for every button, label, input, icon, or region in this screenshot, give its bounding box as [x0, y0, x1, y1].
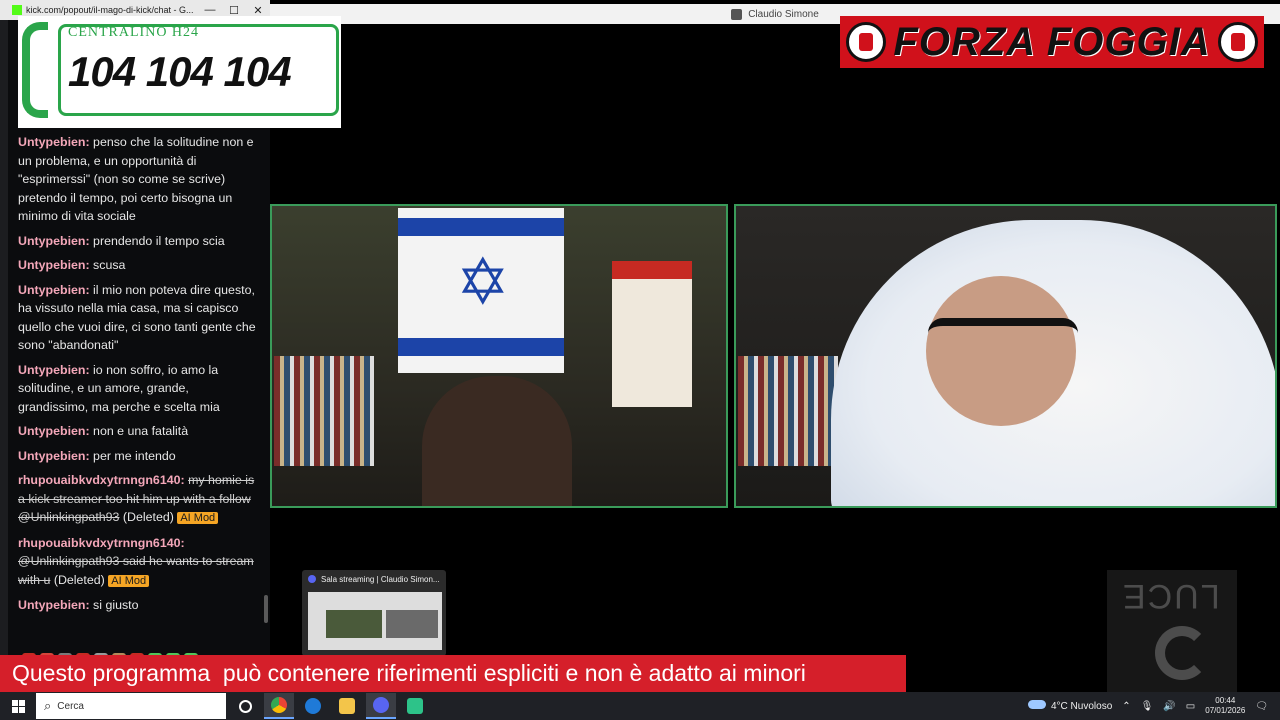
start-button[interactable]	[0, 699, 36, 713]
task-view-button[interactable]	[230, 693, 260, 719]
luce-moon-icon	[1155, 626, 1209, 680]
app-taskbar-icon[interactable]	[400, 693, 430, 719]
video-feed-host: ✡	[270, 204, 728, 508]
clock-time: 00:44	[1215, 696, 1236, 705]
chat-text: per me intendo	[93, 448, 176, 463]
chat-username[interactable]: Untypebien:	[18, 258, 90, 272]
video-feed-guest	[734, 204, 1277, 508]
chat-scrollbar[interactable]	[264, 595, 268, 623]
forza-foggia-text: FORZA FOGGIA	[893, 19, 1211, 64]
centralino-label: CENTRALINO H24	[68, 25, 200, 40]
thumbnail-preview[interactable]	[308, 592, 442, 650]
kick-logo-icon	[12, 5, 22, 15]
chat-message[interactable]: Untypebien: non e una fatalità	[18, 422, 261, 441]
luce-text: LUCE	[1121, 577, 1220, 615]
app-icon	[731, 8, 743, 20]
centralino-banner: CENTRALINO H24 104 104 104	[18, 16, 341, 128]
maximize-button[interactable]: ☐	[222, 4, 246, 17]
windows-icon	[11, 699, 25, 713]
weather-widget[interactable]: 4°C Nuvoloso	[1028, 700, 1112, 712]
foggia-crest-icon	[846, 22, 886, 62]
luce-logo: LUCE	[1107, 570, 1237, 695]
chat-message[interactable]: Untypebien: si giusto	[18, 596, 261, 615]
chat-message[interactable]: Untypebien: scusa	[18, 256, 261, 275]
volume-icon[interactable]: 🔊	[1163, 701, 1175, 712]
phone-handset-icon	[22, 22, 48, 118]
chat-username[interactable]: Untypebien:	[18, 135, 90, 149]
foggia-crest-icon	[1218, 22, 1258, 62]
ai-mod-badge: AI Mod	[177, 512, 219, 524]
search-icon: ⌕	[44, 698, 52, 713]
room-shelf	[274, 356, 374, 466]
discord-taskbar-icon[interactable]	[366, 693, 396, 719]
chat-username[interactable]: Untypebien:	[18, 283, 90, 297]
chat-username[interactable]: Untypebien:	[18, 363, 90, 377]
guest-face	[926, 276, 1076, 426]
chat-window-title: kick.com/popout/il-mago-di-kick/chat - G…	[26, 5, 194, 15]
search-placeholder: Cerca	[57, 700, 84, 712]
chat-message[interactable]: Untypebien: io non soffro, io amo la sol…	[18, 361, 261, 417]
flag-image: ✡	[398, 208, 564, 373]
main-window-title: Claudio Simone	[748, 8, 819, 20]
chrome-taskbar-icon[interactable]	[264, 693, 294, 719]
chevron-up-icon[interactable]: ⌃	[1122, 701, 1130, 712]
chat-message[interactable]: Untypebien: per me intendo	[18, 447, 261, 466]
thumbnail-title: Sala streaming | Claudio Simon...	[321, 574, 440, 584]
file-explorer-icon[interactable]	[332, 693, 362, 719]
chat-message[interactable]: Untypebien: penso che la solitudine non …	[18, 133, 261, 226]
forza-foggia-banner: FORZA FOGGIA	[840, 16, 1264, 68]
network-icon[interactable]: ▭	[1186, 701, 1195, 712]
discord-icon	[308, 575, 316, 583]
microphone-icon[interactable]: 🎙	[1141, 701, 1154, 712]
chat-username[interactable]: Untypebien:	[18, 424, 90, 438]
chat-message[interactable]: Untypebien: prendendo il tempo scia	[18, 232, 261, 251]
stream-thumbnail-popup[interactable]: Sala streaming | Claudio Simon...	[302, 570, 446, 656]
weather-text: 4°C Nuvoloso	[1051, 701, 1113, 712]
ai-mod-badge: AI Mod	[108, 574, 150, 587]
wall-calendar	[612, 261, 692, 407]
edge-taskbar-icon[interactable]	[298, 693, 328, 719]
deleted-tag: (Deleted)	[53, 572, 105, 587]
taskbar-clock[interactable]: 00:44 07/01/2026	[1205, 696, 1245, 716]
chat-text: scusa	[93, 258, 126, 272]
guest-glasses	[928, 318, 1078, 348]
star-icon: ✡	[456, 246, 510, 318]
chat-text: non e una fatalità	[93, 424, 189, 438]
host-person	[422, 376, 572, 506]
disclaimer-banner: Questo programma può contenere riferimen…	[0, 655, 906, 692]
chat-username[interactable]: Untypebien:	[18, 449, 90, 463]
minimize-button[interactable]: —	[198, 4, 222, 16]
cloud-icon	[1028, 700, 1046, 709]
chat-text: si giusto	[93, 598, 139, 612]
chat-message[interactable]: Untypebien: il mio non poteva dire quest…	[18, 281, 261, 355]
taskbar-search[interactable]: ⌕ Cerca	[36, 693, 226, 719]
chat-messages[interactable]: Untypebien: penso che la solitudine non …	[18, 133, 261, 621]
centralino-number: 104 104 104	[68, 48, 292, 95]
system-tray: 4°C Nuvoloso ⌃ 🎙 🔊 ▭ 00:44 07/01/2026 🗨	[1028, 696, 1280, 716]
bookshelf	[738, 356, 838, 466]
deleted-tag: (Deleted)	[122, 510, 174, 524]
close-button[interactable]: ✕	[246, 4, 270, 17]
chat-message-deleted[interactable]: rhupouaibkvdxytrnngn6140: my homie is a …	[18, 471, 261, 528]
chat-message-deleted[interactable]: rhupouaibkvdxytrnngn6140: @Unlinkingpath…	[18, 534, 261, 591]
taskbar: ⌕ Cerca 4°C Nuvoloso ⌃ 🎙 🔊 ▭ 00:44 07/01/…	[0, 692, 1280, 720]
chat-username[interactable]: rhupouaibkvdxytrnngn6140:	[18, 473, 185, 487]
chat-text: prendendo il tempo scia	[93, 233, 225, 248]
notifications-icon[interactable]: 🗨	[1255, 701, 1268, 712]
chat-username[interactable]: Untypebien:	[18, 598, 90, 612]
clock-date: 07/01/2026	[1205, 706, 1246, 715]
chat-username[interactable]: rhupouaibkvdxytrnngn6140:	[18, 536, 185, 550]
chat-username[interactable]: Untypebien:	[18, 234, 90, 248]
